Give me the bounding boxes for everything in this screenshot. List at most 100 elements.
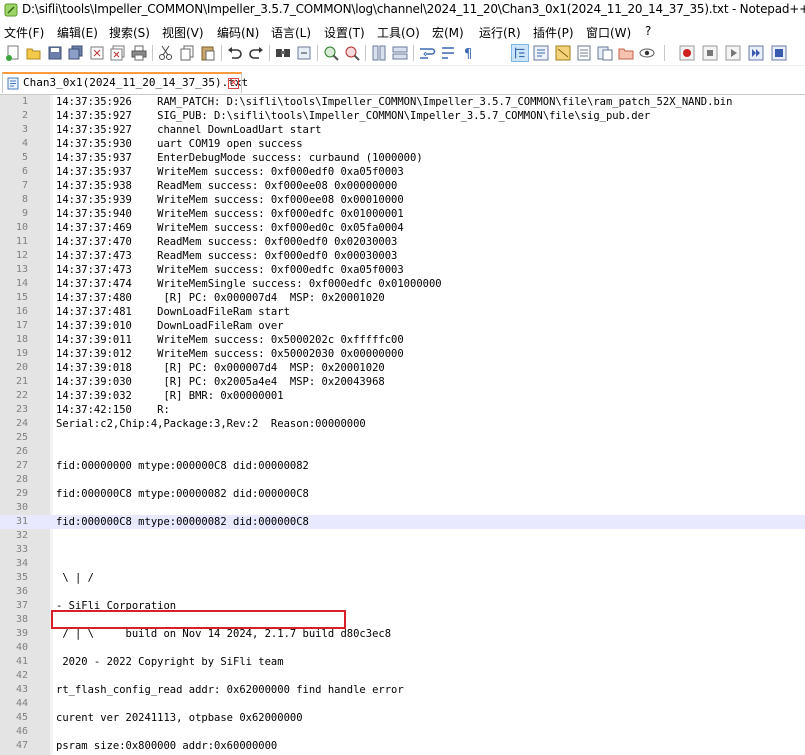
- editor-line[interactable]: 39 / | \ build on Nov 14 2024, 2.1.7 bui…: [0, 627, 805, 641]
- editor-line[interactable]: 16 14:37:37:481 DownLoadFileRam start: [0, 305, 805, 319]
- editor-line[interactable]: 11 14:37:37:470 ReadMem success: 0xf000ed…: [0, 235, 805, 249]
- line-text[interactable]: 14:37:35:937 EnterDebugMode success: cur…: [56, 151, 423, 165]
- editor-line[interactable]: 21 14:37:39:030 [R] PC: 0x2005a4e4 MSP: 0…: [0, 375, 805, 389]
- line-text[interactable]: / | \ build on Nov 14 2024, 2.1.7 build …: [56, 627, 391, 641]
- line-text[interactable]: curent ver 20241113, otpbase 0x62000000: [56, 711, 303, 725]
- clipboard-history-icon[interactable]: [596, 44, 614, 62]
- editor-line[interactable]: 32: [0, 529, 805, 543]
- editor-line[interactable]: 31 fid:000000C8 mtype:00000082 did:000000…: [0, 515, 805, 529]
- user-defined-language-icon[interactable]: [532, 44, 550, 62]
- menu-settings[interactable]: 设置(T): [324, 24, 365, 41]
- line-text[interactable]: 14:37:35:927 SIG_PUB: D:\sifli\tools\Imp…: [56, 109, 650, 123]
- menu-help[interactable]: ?: [645, 24, 651, 38]
- line-text[interactable]: 14:37:39:032 [R] BMR: 0x00000001: [56, 389, 284, 403]
- zoom-in-icon[interactable]: [322, 44, 340, 62]
- editor-line[interactable]: 17 14:37:39:010 DownLoadFileRam over: [0, 319, 805, 333]
- line-text[interactable]: fid:00000000 mtype:000000C8 did:00000082: [56, 459, 309, 473]
- show-all-characters-icon[interactable]: ¶: [460, 44, 478, 62]
- close-tab-icon[interactable]: ✕: [228, 78, 239, 89]
- editor-line[interactable]: 10 14:37:37:469 WriteMem success: 0xf000e…: [0, 221, 805, 235]
- close-all-icon[interactable]: [109, 44, 127, 62]
- editor-line[interactable]: 44: [0, 697, 805, 711]
- editor-line[interactable]: 45 curent ver 20241113, otpbase 0x6200000…: [0, 711, 805, 725]
- cut-icon[interactable]: [157, 44, 175, 62]
- editor-line[interactable]: 2 14:37:35:927 SIG_PUB: D:\sifli\tools\Im…: [0, 109, 805, 123]
- editor-line[interactable]: 14 14:37:37:474 WriteMemSingle success: 0…: [0, 277, 805, 291]
- line-text[interactable]: \ | /: [56, 571, 94, 585]
- line-text[interactable]: 14:37:37:473 ReadMem success: 0xf000edf0…: [56, 249, 397, 263]
- save-all-icon[interactable]: [67, 44, 85, 62]
- editor-line[interactable]: 25: [0, 431, 805, 445]
- editor-line[interactable]: 4 14:37:35:930 uart COM19 open success: [0, 137, 805, 151]
- editor-line[interactable]: 28: [0, 473, 805, 487]
- line-text[interactable]: 14:37:42:150 R:: [56, 403, 170, 417]
- print-icon[interactable]: [130, 44, 148, 62]
- record-macro-icon[interactable]: [678, 44, 696, 62]
- editor-line[interactable]: 46: [0, 725, 805, 739]
- editor-line[interactable]: 9 14:37:35:940 WriteMem success: 0xf000ed…: [0, 207, 805, 221]
- editor-line[interactable]: 19 14:37:39:012 WriteMem success: 0x50002…: [0, 347, 805, 361]
- paste-icon[interactable]: [199, 44, 217, 62]
- editor-line[interactable]: 36: [0, 585, 805, 599]
- menu-edit[interactable]: 编辑(E): [57, 24, 98, 41]
- line-text[interactable]: 14:37:35:927 channel DownLoadUart start: [56, 123, 322, 137]
- first-toolbar-function-icon[interactable]: [439, 44, 457, 62]
- tab-chan3-log[interactable]: Chan3_0x1(2024_11_20_14_37_35).txt ✕: [2, 72, 248, 93]
- editor-line[interactable]: 47 psram size:0x800000 addr:0x60000000: [0, 739, 805, 753]
- play-macro-icon[interactable]: [724, 44, 742, 62]
- line-text[interactable]: psram size:0x800000 addr:0x60000000: [56, 739, 277, 753]
- editor-line[interactable]: 20 14:37:39:018 [R] PC: 0x000007d4 MSP: 0…: [0, 361, 805, 375]
- line-text[interactable]: rt_flash_config_read addr: 0x62000000 fi…: [56, 683, 404, 697]
- editor-line[interactable]: 33: [0, 543, 805, 557]
- line-text[interactable]: 14:37:35:937 WriteMem success: 0xf000edf…: [56, 165, 404, 179]
- find-icon[interactable]: [274, 44, 292, 62]
- replace-icon[interactable]: [295, 44, 313, 62]
- editor-line[interactable]: 22 14:37:39:032 [R] BMR: 0x00000001: [0, 389, 805, 403]
- line-text[interactable]: 14:37:37:470 ReadMem success: 0xf000edf0…: [56, 235, 397, 249]
- sync-vertical-icon[interactable]: [370, 44, 388, 62]
- editor-line[interactable]: 34: [0, 557, 805, 571]
- line-text[interactable]: fid:000000C8 mtype:00000082 did:000000C8: [56, 515, 309, 529]
- editor-line[interactable]: 29 fid:000000C8 mtype:00000082 did:000000…: [0, 487, 805, 501]
- editor-line[interactable]: 13 14:37:37:473 WriteMem success: 0xf000e…: [0, 263, 805, 277]
- new-file-icon[interactable]: [4, 44, 22, 62]
- line-text[interactable]: 14:37:39:030 [R] PC: 0x2005a4e4 MSP: 0x2…: [56, 375, 385, 389]
- line-text[interactable]: 14:37:35:938 ReadMem success: 0xf000ee08…: [56, 179, 397, 193]
- line-text[interactable]: fid:000000C8 mtype:00000082 did:000000C8: [56, 487, 309, 501]
- function-list-icon[interactable]: [575, 44, 593, 62]
- indent-guide-icon[interactable]: [511, 44, 529, 62]
- line-text[interactable]: 2020 - 2022 Copyright by SiFli team: [56, 655, 283, 669]
- menu-tools[interactable]: 工具(O): [377, 24, 420, 41]
- line-text[interactable]: 14:37:39:012 WriteMem success: 0x5000203…: [56, 347, 404, 361]
- menu-file[interactable]: 文件(F): [4, 24, 44, 41]
- line-text[interactable]: 14:37:35:940 WriteMem success: 0xf000edf…: [56, 207, 404, 221]
- menu-macro[interactable]: 宏(M): [432, 24, 464, 41]
- line-text[interactable]: 14:37:37:469 WriteMem success: 0xf000ed0…: [56, 221, 404, 235]
- line-text[interactable]: 14:37:39:018 [R] PC: 0x000007d4 MSP: 0x2…: [56, 361, 385, 375]
- editor-line[interactable]: 43 rt_flash_config_read addr: 0x62000000 …: [0, 683, 805, 697]
- editor-line[interactable]: 24 Serial:c2,Chip:4,Package:3,Rev:2 Reaso…: [0, 417, 805, 431]
- menu-view[interactable]: 视图(V): [162, 24, 204, 41]
- menu-language[interactable]: 语言(L): [271, 24, 311, 41]
- editor-line[interactable]: 7 14:37:35:938 ReadMem success: 0xf000ee0…: [0, 179, 805, 193]
- editor-line[interactable]: 6 14:37:35:937 WriteMem success: 0xf000ed…: [0, 165, 805, 179]
- line-text[interactable]: 14:37:37:473 WriteMem success: 0xf000edf…: [56, 263, 404, 277]
- save-macro-icon[interactable]: [770, 44, 788, 62]
- editor-line[interactable]: 40: [0, 641, 805, 655]
- redo-icon[interactable]: [247, 44, 265, 62]
- stop-macro-icon[interactable]: [701, 44, 719, 62]
- close-file-icon[interactable]: [88, 44, 106, 62]
- doc-map-icon[interactable]: [554, 44, 572, 62]
- editor-line[interactable]: 15 14:37:37:480 [R] PC: 0x000007d4 MSP: 0…: [0, 291, 805, 305]
- editor-line[interactable]: 12 14:37:37:473 ReadMem success: 0xf000ed…: [0, 249, 805, 263]
- text-lines[interactable]: 1 14:37:35:926 RAM_PATCH: D:\sifli\tools\…: [0, 95, 805, 753]
- open-file-icon[interactable]: [25, 44, 43, 62]
- undo-icon[interactable]: [226, 44, 244, 62]
- sync-horizontal-icon[interactable]: [391, 44, 409, 62]
- save-icon[interactable]: [46, 44, 64, 62]
- editor-line[interactable]: 8 14:37:35:939 WriteMem success: 0xf000ee…: [0, 193, 805, 207]
- editor-line[interactable]: 1 14:37:35:926 RAM_PATCH: D:\sifli\tools\…: [0, 95, 805, 109]
- line-text[interactable]: 14:37:37:474 WriteMemSingle success: 0xf…: [56, 277, 442, 291]
- menu-run[interactable]: 运行(R): [479, 24, 521, 41]
- line-text[interactable]: Serial:c2,Chip:4,Package:3,Rev:2 Reason:…: [56, 417, 366, 431]
